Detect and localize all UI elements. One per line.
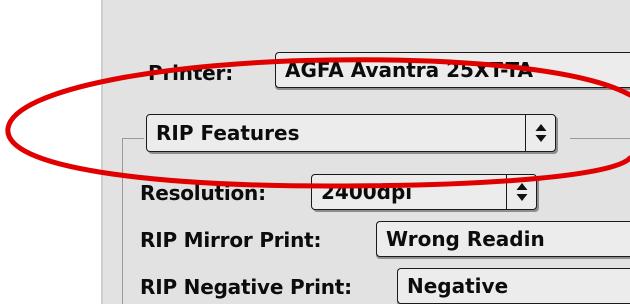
resolution-popup[interactable]: 2400dpi xyxy=(311,174,537,210)
panel-selector-popup[interactable]: RIP Features xyxy=(146,114,556,152)
resolution-value: 2400dpi xyxy=(321,180,413,204)
mirror-print-value: Wrong Readin xyxy=(386,227,545,251)
negative-print-popup[interactable]: Negative xyxy=(397,268,630,304)
negative-print-value: Negative xyxy=(407,274,509,298)
up-down-arrows-icon xyxy=(525,115,555,151)
print-dialog xyxy=(101,0,630,304)
group-box-border-top-left xyxy=(122,138,144,139)
printer-label: Printer: xyxy=(148,61,234,85)
resolution-label: Resolution: xyxy=(140,181,266,205)
screenshot-crop: Printer: AGFA Avantra 25XT-TA RIP Featur… xyxy=(0,0,630,304)
panel-selector-value: RIP Features xyxy=(156,121,300,145)
mirror-print-popup[interactable]: Wrong Readin xyxy=(376,221,630,257)
printer-popup[interactable]: AGFA Avantra 25XT-TA xyxy=(275,52,630,88)
negative-print-label: RIP Negative Print: xyxy=(140,275,352,299)
up-down-arrows-icon xyxy=(506,175,536,209)
printer-value: AGFA Avantra 25XT-TA xyxy=(285,58,534,82)
group-box-border xyxy=(122,138,123,304)
mirror-print-label: RIP Mirror Print: xyxy=(140,228,322,252)
group-box-border-top-right xyxy=(570,138,630,139)
